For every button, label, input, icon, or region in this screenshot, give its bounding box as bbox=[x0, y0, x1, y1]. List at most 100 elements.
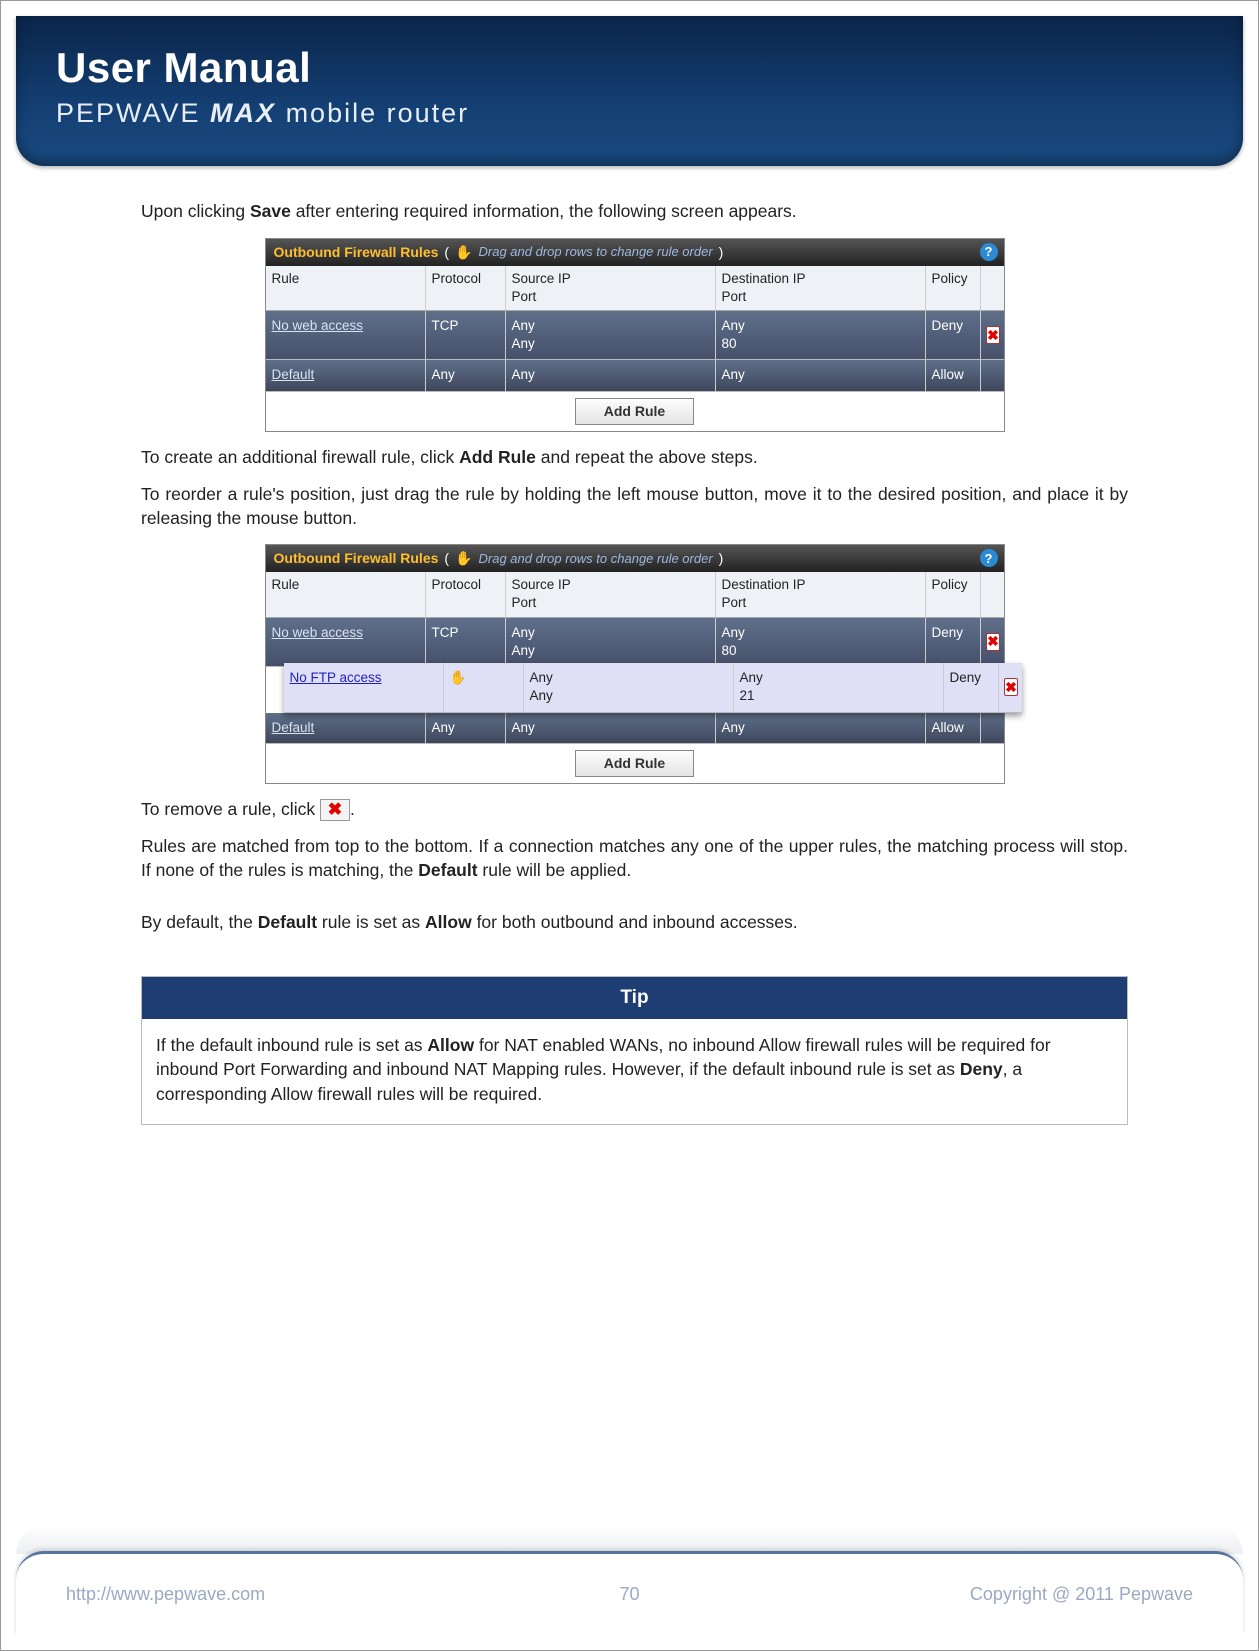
bold-default: Default bbox=[258, 912, 317, 932]
bold-allow: Allow bbox=[427, 1035, 474, 1055]
col-action bbox=[981, 266, 1006, 310]
cell-dst: Any bbox=[716, 713, 926, 743]
page-header: User Manual PEPWAVE MAX mobile router bbox=[16, 16, 1243, 166]
paragraph-matching: Rules are matched from top to the bottom… bbox=[141, 835, 1128, 882]
rule-link[interactable]: No web access bbox=[272, 625, 364, 640]
cell-dst: Any bbox=[716, 360, 926, 390]
text: Any bbox=[512, 643, 535, 658]
table-row[interactable]: Default Any Any Any Allow bbox=[266, 360, 1004, 391]
table-row[interactable]: No web access TCP AnyAny Any 80 Deny ✖ bbox=[266, 311, 1004, 360]
close-paren: ) bbox=[719, 549, 724, 568]
cell-policy: Deny bbox=[926, 618, 981, 666]
bold-allow: Allow bbox=[425, 912, 472, 932]
text: If the default inbound rule is set as bbox=[156, 1035, 427, 1055]
text: rule is set as bbox=[317, 912, 425, 932]
text: . bbox=[350, 799, 355, 819]
header-subtitle: PEPWAVE MAX mobile router bbox=[56, 98, 1203, 129]
page-content: Upon clicking Save after entering requir… bbox=[1, 166, 1258, 1145]
rule-link[interactable]: No web access bbox=[272, 318, 364, 333]
text: Any bbox=[722, 318, 745, 333]
drag-hint: Drag and drop rows to change rule order bbox=[479, 550, 713, 568]
bold-save: Save bbox=[250, 201, 291, 221]
bold-addrule: Add Rule bbox=[459, 447, 536, 467]
cell-policy: Deny bbox=[944, 663, 999, 711]
empty-action bbox=[981, 360, 1006, 390]
delete-icon[interactable]: ✖ bbox=[986, 633, 1000, 651]
text: Port bbox=[722, 595, 747, 610]
text: Any bbox=[512, 625, 535, 640]
text: and repeat the above steps. bbox=[536, 447, 758, 467]
text: Any bbox=[722, 625, 745, 640]
text: Port bbox=[512, 289, 537, 304]
firewall-titlebar: Outbound Firewall Rules ( ✋ Drag and dro… bbox=[266, 545, 1004, 572]
drag-hand-icon: ✋ bbox=[450, 670, 467, 685]
rule-link[interactable]: Default bbox=[272, 720, 315, 735]
col-policy: Policy bbox=[926, 266, 981, 310]
cell-policy: Allow bbox=[926, 713, 981, 743]
cell-proto: Any bbox=[426, 713, 506, 743]
cell-proto: TCP bbox=[426, 618, 506, 666]
cell-dst: Any 80 bbox=[716, 311, 926, 359]
text: Source IP bbox=[512, 577, 571, 592]
delete-icon[interactable]: ✖ bbox=[320, 799, 350, 821]
rule-link[interactable]: No FTP access bbox=[290, 670, 382, 685]
add-rule-bar: Add Rule bbox=[266, 392, 1004, 431]
bold-default: Default bbox=[418, 860, 477, 880]
add-rule-bar: Add Rule bbox=[266, 744, 1004, 783]
text: Any bbox=[512, 318, 535, 333]
col-policy: Policy bbox=[926, 572, 981, 616]
text: 80 bbox=[722, 336, 737, 351]
delete-icon[interactable]: ✖ bbox=[986, 326, 1000, 344]
bold-deny: Deny bbox=[960, 1059, 1003, 1079]
cell-src: AnyAny bbox=[506, 311, 716, 359]
text: after entering required information, the… bbox=[291, 201, 797, 221]
paragraph-reorder: To reorder a rule's position, just drag … bbox=[141, 483, 1128, 530]
firewall-table-2: Outbound Firewall Rules ( ✋ Drag and dro… bbox=[265, 544, 1005, 783]
open-paren: ( bbox=[444, 243, 449, 262]
col-protocol: Protocol bbox=[426, 572, 506, 616]
col-source: Source IP Port bbox=[506, 266, 716, 310]
paragraph-save: Upon clicking Save after entering requir… bbox=[141, 200, 1128, 224]
cell-proto: Any bbox=[426, 360, 506, 390]
cell-dst: Any 80 bbox=[716, 618, 926, 666]
text: for both outbound and inbound accesses. bbox=[472, 912, 798, 932]
firewall-table-1: Outbound Firewall Rules ( ✋ Drag and dro… bbox=[265, 238, 1005, 432]
text: Destination IP bbox=[722, 271, 806, 286]
text: Destination IP bbox=[722, 577, 806, 592]
page-number: 70 bbox=[619, 1584, 639, 1605]
text: Port bbox=[722, 289, 747, 304]
table-row[interactable]: Default Any Any Any Allow bbox=[266, 713, 1004, 744]
table-row-dragging[interactable]: No FTP access ✋ AnyAny Any21 Deny ✖ bbox=[284, 663, 1022, 712]
model-text: MAX bbox=[210, 98, 276, 128]
firewall-header-row: Rule Protocol Source IP Port Destination… bbox=[266, 572, 1004, 617]
help-icon[interactable]: ? bbox=[980, 549, 998, 567]
col-dest: Destination IP Port bbox=[716, 572, 926, 616]
add-rule-button[interactable]: Add Rule bbox=[575, 750, 694, 777]
text: Any bbox=[530, 688, 553, 703]
close-paren: ) bbox=[719, 243, 724, 262]
text: 80 bbox=[722, 643, 737, 658]
table-row[interactable]: No web access TCP Any Any Any 80 Deny ✖ bbox=[266, 618, 1004, 667]
col-source: Source IP Port bbox=[506, 572, 716, 616]
text: rule will be applied. bbox=[478, 860, 632, 880]
text: Rules are matched from top to the bottom… bbox=[141, 836, 1128, 880]
cell-src: Any bbox=[506, 360, 716, 390]
col-rule: Rule bbox=[266, 572, 426, 616]
text: Source IP bbox=[512, 271, 571, 286]
delete-icon[interactable]: ✖ bbox=[1004, 678, 1018, 696]
rule-link[interactable]: Default bbox=[272, 367, 315, 382]
text: 21 bbox=[740, 688, 755, 703]
add-rule-button[interactable]: Add Rule bbox=[575, 398, 694, 425]
help-icon[interactable]: ? bbox=[980, 243, 998, 261]
cell-policy: Deny bbox=[926, 311, 981, 359]
firewall-header-row: Rule Protocol Source IP Port Destination… bbox=[266, 266, 1004, 311]
tip-box: Tip If the default inbound rule is set a… bbox=[141, 976, 1128, 1125]
cell-dst: Any21 bbox=[734, 663, 944, 711]
footer-url: http://www.pepwave.com bbox=[66, 1584, 265, 1605]
cell-proto: TCP bbox=[426, 311, 506, 359]
tip-body: If the default inbound rule is set as Al… bbox=[142, 1019, 1127, 1125]
drag-hint: Drag and drop rows to change rule order bbox=[479, 243, 713, 261]
tip-header: Tip bbox=[142, 977, 1127, 1019]
col-action bbox=[981, 572, 1006, 616]
hand-icon: ✋ bbox=[455, 243, 472, 262]
